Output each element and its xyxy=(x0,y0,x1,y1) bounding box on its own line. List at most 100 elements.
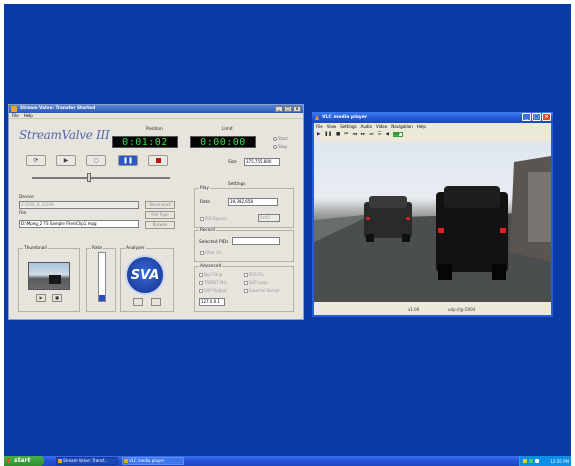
stop-icon[interactable]: ■ xyxy=(336,132,340,137)
size-field: 375,755,800 xyxy=(244,158,280,166)
stop-icon xyxy=(155,158,161,163)
road-scene-image xyxy=(314,156,551,302)
vlc-status-bar: x1.00 udp://@:5004 xyxy=(314,304,551,315)
menu-help[interactable]: Help xyxy=(24,113,33,118)
vlc-menu-navigation[interactable]: Navigation xyxy=(391,123,413,130)
close-button[interactable]: × xyxy=(542,113,551,121)
analyzer-button-2[interactable] xyxy=(151,298,161,306)
radio-start[interactable]: Start xyxy=(273,136,288,141)
adv-option-checkbox[interactable]: TS/M2T Mix xyxy=(199,280,227,285)
position-label: Position xyxy=(146,127,163,132)
settings-label: Settings xyxy=(228,182,246,187)
app-icon xyxy=(11,106,17,112)
minimize-button[interactable]: _ xyxy=(275,106,283,112)
record-button[interactable]: ○ xyxy=(86,155,106,166)
vlc-menu-view[interactable]: View xyxy=(327,123,337,130)
playback-speed: x1.00 xyxy=(408,307,420,312)
network-icon[interactable] xyxy=(523,459,527,463)
window-title: Stream Valve: Transfer Started xyxy=(20,106,96,111)
play-group: Play xyxy=(194,186,294,228)
rate-field[interactable]: 19,392,658 xyxy=(228,198,278,206)
position-slider-track[interactable] xyxy=(32,177,170,179)
volume-icon[interactable] xyxy=(535,459,539,463)
position-time-display: 0:01:02 xyxy=(112,136,178,148)
circle-icon: ○ xyxy=(93,157,99,164)
sva-logo[interactable]: SVA xyxy=(125,255,165,295)
browse-button[interactable]: Browse xyxy=(145,221,175,229)
adv-option-checkbox[interactable]: SAP Loop xyxy=(244,280,268,285)
loop-button[interactable]: ⟳ xyxy=(26,155,46,166)
vlc-menu-video[interactable]: Video xyxy=(376,123,387,130)
radio-stop[interactable]: Stop xyxy=(273,144,287,149)
adv-option-checkbox[interactable]: PCR Fix xyxy=(244,272,264,277)
thumb-stop-button[interactable]: ■ xyxy=(52,294,62,302)
prev-icon[interactable]: ⏮ xyxy=(344,131,348,137)
vlc-cone-icon xyxy=(315,115,319,120)
reconnect-button[interactable]: Reconnect xyxy=(145,201,175,209)
windows-logo-icon xyxy=(7,458,12,463)
vlc-menu-bar: File View Settings Audio Video Navigatio… xyxy=(314,123,551,130)
play-icon[interactable]: ▶ xyxy=(317,132,320,137)
pid-bypass-checkbox[interactable]: PID Bypass xyxy=(200,216,227,221)
vlc-toolbar: ▶ ❚❚ ■ ⏮ ◂◂ ▸▸ ⏭ ☰ ◀ 100 xyxy=(314,130,551,138)
size-label: Size xyxy=(228,160,237,165)
speaker-icon: ◀ xyxy=(385,131,389,137)
next-icon[interactable]: ⏭ xyxy=(369,131,373,137)
maximize-button[interactable]: □ xyxy=(532,113,541,121)
system-tray: 12:35 PM xyxy=(519,456,571,466)
thumb-play-button[interactable]: ▶ xyxy=(36,294,46,302)
pause-icon[interactable]: ❚❚ xyxy=(324,132,332,137)
adv-option-checkbox[interactable]: SAP Output xyxy=(199,288,227,293)
filter-checkbox[interactable]: Filter On xyxy=(200,250,222,255)
security-icon[interactable] xyxy=(529,459,533,463)
start-button[interactable]: start xyxy=(4,456,44,466)
limit-label: Limit xyxy=(222,127,233,132)
taskbar-item-streamvalve[interactable]: Stream Valve: Transf... xyxy=(56,457,118,465)
adv-option-checkbox[interactable]: External Server xyxy=(244,288,280,293)
video-frame xyxy=(314,142,551,302)
rate-meter-label: Rate xyxy=(91,246,103,251)
rewind-icon[interactable]: ◂◂ xyxy=(352,132,357,137)
thumbnail-image xyxy=(28,262,70,290)
stream-address: udp://@:5004 xyxy=(448,307,476,312)
play-icon: ▶ xyxy=(39,295,43,300)
minimize-button[interactable]: _ xyxy=(522,113,531,121)
device-label: Device xyxy=(19,195,34,200)
play-button[interactable]: ▶ xyxy=(56,155,76,166)
advanced-group-label: Advanced xyxy=(199,264,223,269)
stop-button[interactable] xyxy=(148,155,168,166)
taskbar: start Stream Valve: Transf... VLC media … xyxy=(4,456,571,466)
rate-meter-fill xyxy=(99,295,105,301)
menu-bar: File Help xyxy=(9,113,303,119)
streamvalve-titlebar[interactable]: Stream Valve: Transfer Started _ □ × xyxy=(9,105,303,113)
vlc-menu-help[interactable]: Help xyxy=(417,123,426,130)
pause-icon: ❚❚ xyxy=(122,157,134,164)
clock[interactable]: 12:35 PM xyxy=(550,459,571,464)
taskbar-item-vlc[interactable]: VLC media player xyxy=(122,457,184,465)
file-type-button[interactable]: File Type xyxy=(145,211,175,219)
loop-icon: ⟳ xyxy=(33,157,39,164)
menu-file[interactable]: File xyxy=(12,113,19,118)
play-icon: ▶ xyxy=(63,157,69,164)
device-dropdown[interactable]: Z:\DVB_B_S\DVB xyxy=(19,201,139,209)
position-slider-thumb[interactable] xyxy=(87,173,91,182)
ip-address-field[interactable]: 127.0.0.1 xyxy=(199,298,225,306)
playlist-icon[interactable]: ☰ xyxy=(377,132,381,137)
file-path-field[interactable]: D:\Mpeg_2 TS Sample Files\Clip1.mpg xyxy=(19,220,139,228)
vlc-menu-settings[interactable]: Settings xyxy=(340,123,356,130)
volume-slider[interactable]: 100 xyxy=(392,131,403,137)
streamvalve-logo: StreamValve III xyxy=(19,128,110,142)
pid-bypass-field[interactable]: 0x00 xyxy=(258,214,280,222)
vlc-titlebar[interactable]: VLC media player _ □ × xyxy=(312,112,553,123)
vlc-window-title: VLC media player xyxy=(322,115,368,120)
adv-option-checkbox[interactable]: Null Strip xyxy=(199,272,222,277)
file-label: File xyxy=(19,211,27,216)
pause-button[interactable]: ❚❚ xyxy=(118,155,138,166)
close-button[interactable]: × xyxy=(293,106,301,112)
vlc-menu-audio[interactable]: Audio xyxy=(361,123,372,130)
vlc-menu-file[interactable]: File xyxy=(316,123,323,130)
maximize-button[interactable]: □ xyxy=(284,106,292,112)
forward-icon[interactable]: ▸▸ xyxy=(361,132,366,137)
analyzer-button-1[interactable] xyxy=(133,298,143,306)
selected-pids-field[interactable] xyxy=(232,237,280,245)
